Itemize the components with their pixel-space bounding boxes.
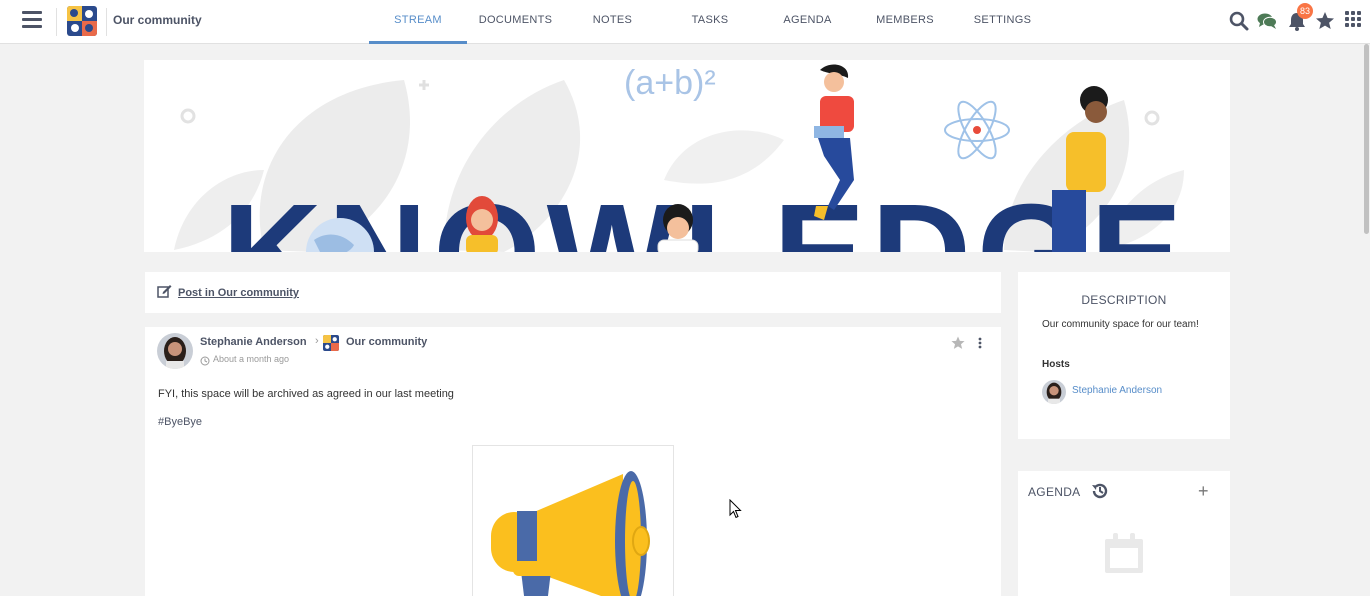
tab-settings[interactable]: SETTINGS xyxy=(954,0,1051,44)
atom-icon xyxy=(944,100,1010,160)
apps-grid-icon[interactable] xyxy=(1344,10,1366,32)
post-text: FYI, this space will be archived as agre… xyxy=(158,388,454,400)
star-icon[interactable] xyxy=(1314,10,1336,32)
tab-stream[interactable]: STREAM xyxy=(369,0,467,44)
divider xyxy=(106,8,107,36)
space-banner: (a+b)² KNOWLEDGE xyxy=(144,60,1230,252)
tab-members[interactable]: MEMBERS xyxy=(856,0,954,44)
scrollbar-thumb[interactable] xyxy=(1364,44,1369,234)
agenda-title: AGENDA xyxy=(1028,485,1081,499)
space-tabs: STREAM DOCUMENTS NOTES TASKS AGENDA MEMB… xyxy=(369,0,1051,44)
menu-icon[interactable] xyxy=(22,11,42,31)
notification-badge: 83 xyxy=(1297,3,1314,19)
description-text: Our community space for our team! xyxy=(1042,319,1199,330)
author-name[interactable]: Stephanie Anderson xyxy=(200,336,307,348)
activity-card: Stephanie Anderson › Our community About… xyxy=(145,327,1001,596)
description-title: DESCRIPTION xyxy=(1081,293,1167,307)
person-illustration xyxy=(466,196,498,252)
clock-icon xyxy=(200,353,210,366)
banner-formula: (a+b)² xyxy=(624,64,716,102)
search-icon[interactable] xyxy=(1228,10,1250,32)
tab-tasks[interactable]: TASKS xyxy=(661,0,759,44)
tab-agenda[interactable]: AGENDA xyxy=(759,0,856,44)
edit-icon xyxy=(157,284,172,299)
mouse-cursor-icon xyxy=(729,498,742,519)
tab-notes[interactable]: NOTES xyxy=(564,0,661,44)
favorite-star-icon[interactable] xyxy=(950,335,966,351)
post-composer[interactable]: Post in Our community xyxy=(145,272,1001,313)
host-name-link[interactable]: Stephanie Anderson xyxy=(1072,385,1162,396)
space-link[interactable]: Our community xyxy=(346,336,427,348)
hosts-label: Hosts xyxy=(1042,359,1070,370)
calendar-icon xyxy=(1103,531,1145,575)
post-in-space-link[interactable]: Post in Our community xyxy=(178,287,299,299)
tab-documents[interactable]: DOCUMENTS xyxy=(467,0,564,44)
chevron-right-icon: › xyxy=(315,335,319,347)
description-card: DESCRIPTION Our community space for our … xyxy=(1018,272,1230,439)
space-name[interactable]: Our community xyxy=(113,13,202,27)
hashtag-link[interactable]: #ByeBye xyxy=(158,416,202,428)
history-icon[interactable] xyxy=(1090,481,1110,501)
chat-icon[interactable] xyxy=(1256,10,1278,32)
agenda-card: AGENDA + xyxy=(1018,471,1230,596)
space-avatar[interactable] xyxy=(323,335,339,351)
more-options-icon[interactable] xyxy=(975,336,985,350)
post-image[interactable] xyxy=(472,445,674,596)
space-avatar[interactable] xyxy=(67,6,97,36)
avatar[interactable] xyxy=(1042,380,1066,404)
divider xyxy=(56,8,57,36)
top-bar: Our community STREAM DOCUMENTS NOTES TAS… xyxy=(0,0,1370,44)
add-event-button[interactable]: + xyxy=(1198,481,1209,501)
avatar[interactable] xyxy=(157,333,193,369)
post-timestamp: About a month ago xyxy=(213,354,290,364)
